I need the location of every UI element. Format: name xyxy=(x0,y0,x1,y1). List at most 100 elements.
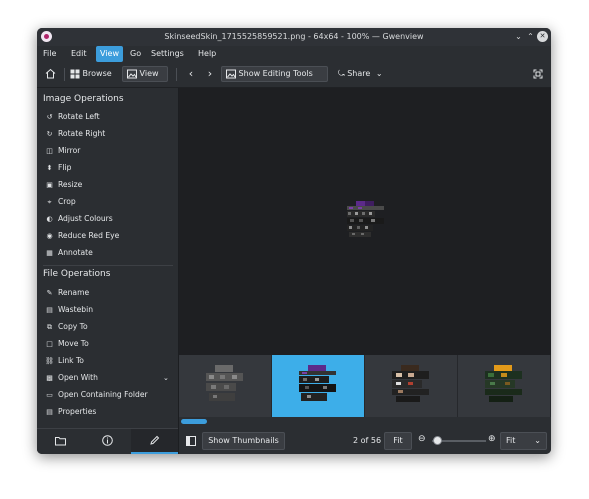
window-title: SkinseedSkin_1715525859521.png - 64x64 -… xyxy=(164,32,424,41)
thumbnail-image xyxy=(299,365,336,401)
share-label: Share xyxy=(347,69,371,78)
toolbar-separator xyxy=(64,68,65,81)
tab-information[interactable] xyxy=(84,429,131,454)
title-bar: SkinseedSkin_1715525859521.png - 64x64 -… xyxy=(37,28,551,47)
op-resize[interactable]: ▣ Resize xyxy=(45,178,82,192)
zoom-slider-handle[interactable] xyxy=(433,436,442,445)
op-mirror[interactable]: ◫ Mirror xyxy=(45,144,80,158)
op-flip[interactable]: ⬍ Flip xyxy=(45,161,72,175)
fullscreen-button[interactable] xyxy=(531,66,545,82)
gwenview-window: SkinseedSkin_1715525859521.png - 64x64 -… xyxy=(37,28,551,454)
copy-to-icon: ⧉ xyxy=(47,323,52,331)
menu-edit[interactable]: Edit xyxy=(67,46,91,62)
sidebar: Image Operations ↺ Rotate Left ↻ Rotate Ri… xyxy=(37,88,179,454)
maximize-icon[interactable]: ⌃ xyxy=(525,31,536,42)
zoom-mode-select[interactable]: Fit ⌄ xyxy=(500,432,547,450)
toolbar-separator xyxy=(176,68,177,81)
menu-settings[interactable]: Settings xyxy=(147,46,188,62)
close-icon[interactable]: ✕ xyxy=(537,31,548,42)
op-reduce-red-eye[interactable]: ◉ Reduce Red Eye xyxy=(45,229,119,243)
op-rotate-left[interactable]: ↺ Rotate Left xyxy=(45,110,100,124)
browse-button[interactable]: Browse xyxy=(70,66,118,82)
image-operations-title: Image Operations xyxy=(43,94,124,104)
pencil-icon xyxy=(150,435,160,445)
thumbnail-scrollbar[interactable] xyxy=(179,417,551,427)
group-divider xyxy=(43,265,173,266)
rotate-left-icon: ↺ xyxy=(46,113,53,121)
red-eye-icon: ◉ xyxy=(46,232,53,240)
op-crop[interactable]: ⌖ Crop xyxy=(45,195,76,209)
sidebar-toggle-icon xyxy=(186,435,196,446)
chevron-down-icon: ⌄ xyxy=(375,69,383,78)
thumbnail-item-selected[interactable] xyxy=(272,355,365,417)
menu-file[interactable]: File xyxy=(39,46,60,62)
scrollbar-handle[interactable] xyxy=(181,419,207,424)
view-button[interactable]: View xyxy=(122,66,168,82)
op-rotate-right[interactable]: ↻ Rotate Right xyxy=(45,127,106,141)
properties-icon: ▤ xyxy=(46,408,53,416)
link-to-icon: ⛓ xyxy=(45,357,54,365)
move-to-icon: □ xyxy=(46,340,53,348)
adjust-colours-icon: ◐ xyxy=(46,215,53,223)
op-link-to[interactable]: ⛓ Link To xyxy=(45,354,84,368)
skin-image xyxy=(347,201,384,237)
image-viewer[interactable] xyxy=(179,88,551,355)
thumbnail-strip[interactable] xyxy=(179,355,551,417)
op-open-containing-folder[interactable]: ▭ Open Containing Folder xyxy=(45,388,147,402)
main-toolbar: Browse View ‹ › Show Editing Tools ⤿ Sha… xyxy=(37,62,551,88)
op-open-with[interactable]: ▩ Open With ⌄ xyxy=(45,371,175,385)
minimize-icon[interactable]: ⌄ xyxy=(513,31,524,42)
image-edit-icon xyxy=(226,69,236,78)
menu-help[interactable]: Help xyxy=(194,46,220,62)
tab-operations[interactable] xyxy=(131,429,178,454)
view-label: View xyxy=(139,69,159,78)
chevron-right-icon: › xyxy=(207,67,213,80)
rename-icon: ✎ xyxy=(46,289,53,297)
zoom-out-icon[interactable]: ⊖ xyxy=(418,434,426,444)
chevron-down-icon: ⌄ xyxy=(534,436,541,445)
tab-folders[interactable] xyxy=(37,429,84,454)
thumbnail-image xyxy=(485,365,522,402)
grid-icon xyxy=(70,69,80,78)
image-position-label: 2 of 56 xyxy=(353,436,382,445)
op-annotate[interactable]: ▦ Annotate xyxy=(45,246,93,260)
show-editing-tools-button[interactable]: Show Editing Tools xyxy=(221,66,328,82)
file-operations-title: File Operations xyxy=(43,269,111,279)
fit-button[interactable]: Fit xyxy=(384,432,412,450)
home-icon xyxy=(45,68,55,79)
fullscreen-icon xyxy=(533,69,543,78)
op-wastebin[interactable]: ▤ Wastebin xyxy=(45,303,93,317)
thumbnail-item[interactable] xyxy=(458,355,551,417)
thumbnail-item[interactable] xyxy=(365,355,458,417)
thumbnail-image xyxy=(392,365,429,402)
info-icon xyxy=(102,435,113,446)
menu-bar: File Edit View Go Settings Help xyxy=(37,46,551,62)
thumbnail-image xyxy=(206,365,243,401)
crop-icon: ⌖ xyxy=(47,198,52,206)
thumbnail-item[interactable] xyxy=(179,355,272,417)
chevron-down-icon: ⌄ xyxy=(163,374,169,382)
next-button[interactable]: › xyxy=(204,66,216,82)
flip-icon: ⬍ xyxy=(46,164,53,172)
share-button[interactable]: ⤿ Share ⌄ xyxy=(338,66,392,82)
op-move-to[interactable]: □ Move To xyxy=(45,337,89,351)
op-properties[interactable]: ▤ Properties xyxy=(45,405,96,419)
folder-icon: ▭ xyxy=(46,391,53,399)
op-copy-to[interactable]: ⧉ Copy To xyxy=(45,320,88,334)
zoom-in-icon[interactable]: ⊕ xyxy=(488,434,496,444)
zoom-mode-value: Fit xyxy=(506,436,516,445)
editing-tools-label: Show Editing Tools xyxy=(238,69,313,78)
op-adjust-colours[interactable]: ◐ Adjust Colours xyxy=(45,212,112,226)
menu-go[interactable]: Go xyxy=(126,46,145,62)
gwenview-app-icon xyxy=(41,31,52,42)
previous-button[interactable]: ‹ xyxy=(185,66,197,82)
toggle-sidebar-button[interactable] xyxy=(184,433,198,449)
open-with-icon: ▩ xyxy=(46,374,53,382)
mirror-icon: ◫ xyxy=(46,147,53,155)
wastebin-icon: ▤ xyxy=(46,306,53,314)
resize-icon: ▣ xyxy=(46,181,53,189)
show-thumbnails-button[interactable]: Show Thumbnails xyxy=(202,432,285,450)
op-rename[interactable]: ✎ Rename xyxy=(45,286,90,300)
menu-view[interactable]: View xyxy=(96,46,123,62)
home-button[interactable] xyxy=(42,66,58,82)
